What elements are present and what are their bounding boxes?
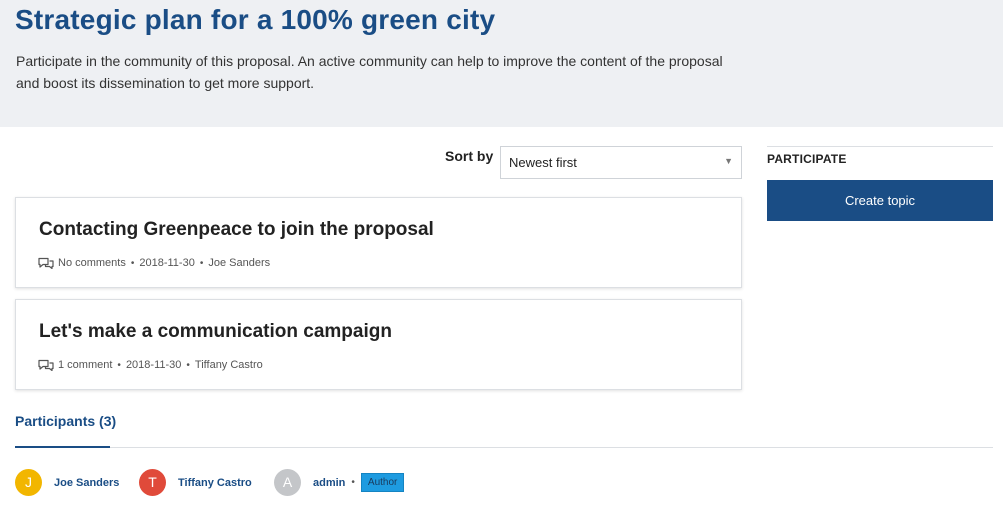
avatar: T — [139, 469, 166, 496]
comment-icon — [38, 359, 54, 371]
participant-name[interactable]: admin — [313, 477, 345, 489]
topic-comment-count: No comments — [58, 257, 126, 269]
topic-author: Joe Sanders — [208, 257, 271, 269]
sort-select[interactable]: Newest first ▼ — [500, 146, 742, 179]
tab-participants[interactable]: Participants (3) — [15, 413, 116, 429]
topic-meta: 1 comment • 2018-11-30 • Tiffany Castro — [38, 359, 263, 371]
topic-author: Tiffany Castro — [194, 359, 263, 371]
sidebar-divider — [767, 146, 993, 147]
page-title: Strategic plan for a 100% green city — [15, 4, 496, 35]
meta-separator: • — [117, 359, 121, 371]
avatar: A — [274, 469, 301, 496]
page-header: Strategic plan for a 100% green city Par… — [0, 0, 1003, 127]
sort-label: Sort by — [445, 148, 494, 164]
topic-date: 2018-11-30 — [139, 257, 195, 269]
topic-card[interactable]: Let's make a communication campaign 1 co… — [15, 299, 742, 390]
sort-selected-value: Newest first — [509, 155, 577, 170]
active-tab-indicator — [15, 446, 110, 448]
participant-name[interactable]: Tiffany Castro — [178, 477, 252, 489]
meta-separator: • — [351, 477, 355, 488]
comment-icon — [38, 257, 54, 269]
create-topic-button[interactable]: Create topic — [767, 180, 993, 221]
participants-divider — [15, 447, 993, 448]
author-badge: Author — [360, 473, 405, 492]
topic-title[interactable]: Contacting Greenpeace to join the propos… — [39, 219, 434, 241]
participant-item[interactable]: A admin • Author — [274, 469, 405, 496]
topic-title[interactable]: Let's make a communication campaign — [39, 321, 392, 343]
meta-separator: • — [199, 257, 204, 269]
avatar: J — [15, 469, 42, 496]
topic-comment-count: 1 comment — [58, 359, 113, 371]
meta-separator: • — [130, 257, 135, 269]
topic-date: 2018-11-30 — [125, 359, 182, 371]
participant-name[interactable]: Joe Sanders — [54, 477, 119, 489]
chevron-down-icon: ▼ — [724, 156, 733, 166]
topic-meta: No comments • 2018-11-30 • Joe Sanders — [38, 257, 270, 269]
participant-item[interactable]: J Joe Sanders — [15, 469, 119, 496]
meta-separator: • — [186, 359, 190, 371]
topic-card[interactable]: Contacting Greenpeace to join the propos… — [15, 197, 742, 288]
participant-item[interactable]: T Tiffany Castro — [139, 469, 252, 496]
sidebar-title: PARTICIPATE — [767, 152, 847, 166]
page-description: Participate in the community of this pro… — [16, 53, 723, 91]
